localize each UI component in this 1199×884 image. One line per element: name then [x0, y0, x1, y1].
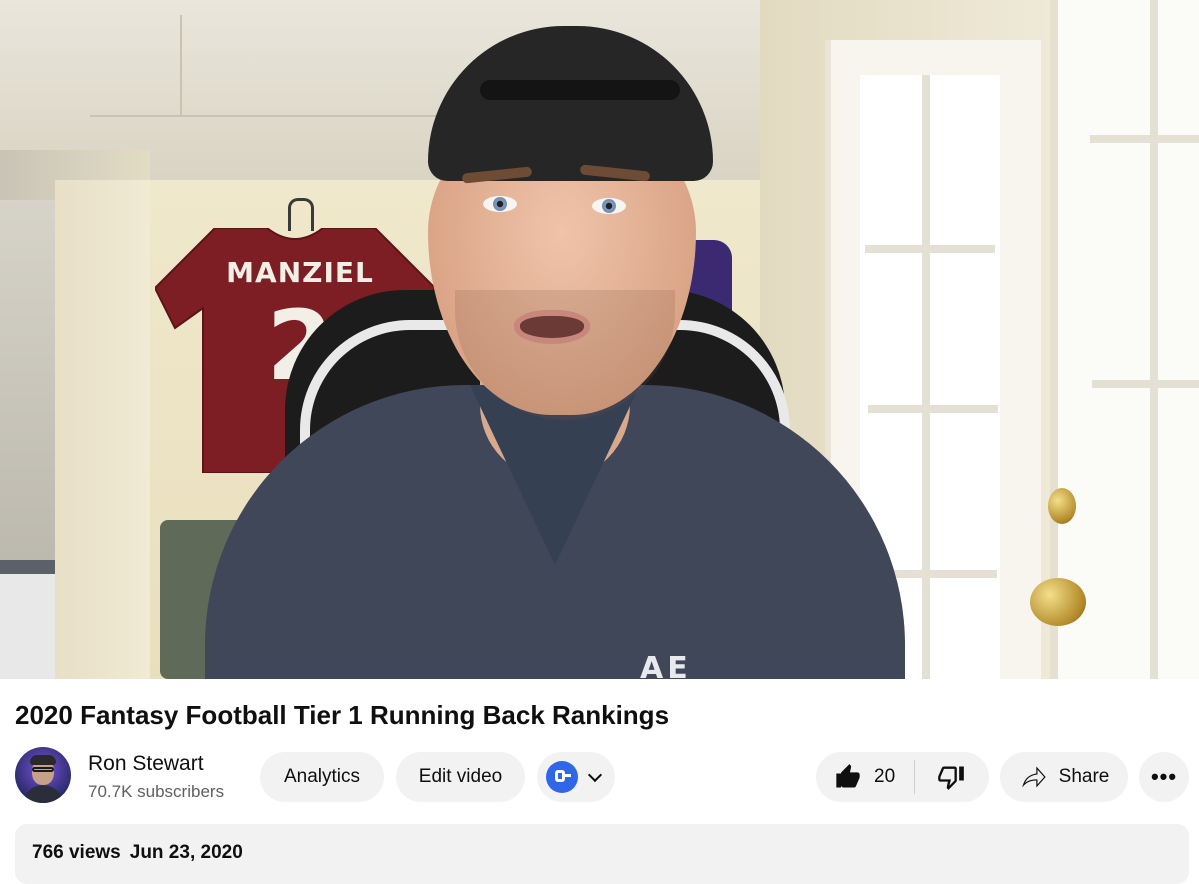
window-mullion	[1092, 380, 1199, 388]
description-box[interactable]: 766 views Jun 23, 2020	[15, 824, 1189, 884]
video-person-mouth	[514, 310, 590, 344]
avatar-glasses	[32, 767, 54, 772]
door-knob	[1030, 578, 1086, 626]
analytics-button[interactable]: Analytics	[260, 752, 384, 802]
share-button-label: Share	[1058, 766, 1110, 787]
analytics-button-label: Analytics	[283, 766, 361, 787]
channel-avatar[interactable]	[15, 747, 71, 803]
video-door-frame	[55, 180, 150, 679]
view-count: 766 views	[32, 842, 121, 863]
subscriber-count: 70.7K subscribers	[88, 782, 225, 801]
video-eye	[483, 196, 517, 212]
more-dots-icon: •••	[1150, 764, 1178, 789]
avatar-hair	[30, 755, 56, 765]
ceiling-seam	[90, 115, 470, 117]
description-stats: 766 views Jun 23, 2020	[32, 842, 243, 864]
share-arrow-icon	[1021, 766, 1046, 788]
dislike-button[interactable]	[915, 752, 987, 802]
jersey-name-text: MANZIEL	[226, 256, 374, 289]
thumbs-up-icon	[836, 764, 860, 788]
video-title: 2020 Fantasy Football Tier 1 Running Bac…	[15, 700, 670, 730]
like-dislike-group: 20	[816, 752, 989, 802]
video-eye	[592, 198, 626, 214]
video-ac-unit	[0, 560, 55, 679]
window-mullion	[922, 75, 930, 679]
like-count: 20	[874, 766, 896, 787]
ceiling-seam	[180, 15, 182, 115]
edit-video-button-label: Edit video	[418, 766, 503, 787]
promote-dropdown-button[interactable]	[537, 752, 615, 802]
video-second-door	[1050, 0, 1199, 679]
window-mullion	[1150, 0, 1158, 679]
channel-name[interactable]: Ron Stewart	[88, 752, 204, 776]
chevron-down-icon	[587, 767, 603, 782]
share-button[interactable]: Share	[1000, 752, 1128, 802]
like-button[interactable]: 20	[816, 752, 914, 802]
window-mullion	[1090, 135, 1199, 143]
publish-date: Jun 23, 2020	[129, 842, 243, 863]
more-actions-button[interactable]: •••	[1139, 752, 1189, 802]
jersey-hanger	[288, 198, 314, 231]
window-mullion	[865, 245, 995, 253]
video-player[interactable]: MANZIEL 2 AE	[0, 0, 1199, 679]
thumbs-down-icon	[938, 766, 964, 790]
promote-icon	[546, 761, 578, 793]
shirt-logo-text: AE	[640, 651, 692, 679]
video-cap-strap	[480, 80, 680, 100]
avatar-body	[23, 785, 63, 803]
edit-video-button[interactable]: Edit video	[396, 752, 525, 802]
window-mullion	[868, 405, 998, 413]
door-knob	[1048, 488, 1076, 524]
